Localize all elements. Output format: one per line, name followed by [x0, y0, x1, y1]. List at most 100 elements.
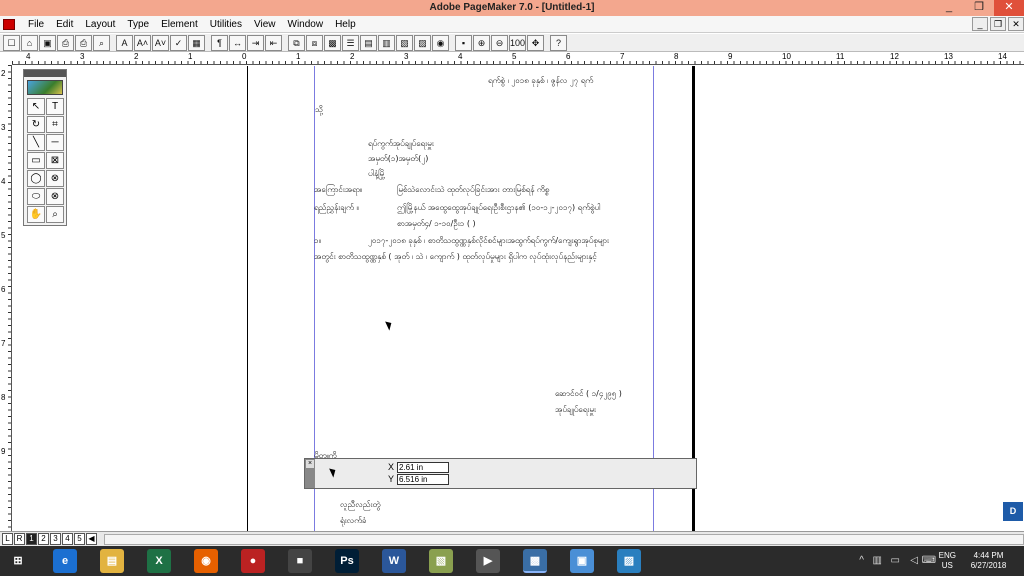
- toolbar-button-8[interactable]: A˄: [134, 35, 151, 51]
- horizontal-scrollbar[interactable]: [104, 533, 1024, 545]
- pointer-tool-icon[interactable]: ↖: [27, 98, 45, 115]
- toolbar-button-24[interactable]: ◉: [432, 35, 449, 51]
- word-icon[interactable]: W: [382, 549, 406, 573]
- control-palette-close-icon[interactable]: ×: [306, 460, 314, 468]
- date-line[interactable]: ရက်စွဲ ၊ ၂၀၁၈ ခုနှစ် ၊ ဇွန်လ ၂၇ ရက်: [488, 75, 593, 87]
- menu-help[interactable]: Help: [329, 18, 362, 31]
- menu-type[interactable]: Type: [121, 18, 155, 31]
- toolbar-button-30[interactable]: ?: [550, 35, 567, 51]
- toolbar-button-17[interactable]: ⧈: [306, 35, 323, 51]
- toolbar-button-19[interactable]: ☰: [342, 35, 359, 51]
- body-line-1[interactable]: ၂၀၁၇-၂၀၁၈ ခုနှစ် ၊ စာတိသထွဏ္ဏနှစ်လိုင်စင…: [368, 235, 609, 247]
- reference-label[interactable]: ရည်ညွှန်းချက် ။: [314, 202, 359, 214]
- close-button[interactable]: ✕: [994, 0, 1024, 16]
- paragraph-number[interactable]: ၁။: [314, 235, 321, 247]
- toolbar-button-29[interactable]: ✥: [527, 35, 544, 51]
- toolbar-button-12[interactable]: ¶: [211, 35, 228, 51]
- toolbar-button-18[interactable]: ▩: [324, 35, 341, 51]
- ellipse-tool-icon[interactable]: ◯: [27, 170, 45, 187]
- toolbar-button-4[interactable]: ⎙: [57, 35, 74, 51]
- body-line-2[interactable]: အတွင်း စာတိသထွဏ္ဏနှစ် ( အုတ် ၊ သဲ ၊ ကျော…: [314, 251, 597, 263]
- toolbar-button-6[interactable]: ⌕: [93, 35, 110, 51]
- recipient-line-3[interactable]: ပါနံ့မြို့: [368, 168, 385, 180]
- excel-icon[interactable]: X: [147, 549, 171, 573]
- input-language[interactable]: ENG US: [939, 551, 956, 571]
- doc-close-button[interactable]: ✕: [1008, 17, 1024, 31]
- to-line[interactable]: သို့: [315, 104, 323, 116]
- page-tab[interactable]: 2: [38, 533, 49, 545]
- menu-file[interactable]: File: [22, 18, 50, 31]
- subject-text[interactable]: မြစ်သဲလောင်းသဲ ထုတ်လုပ်ခြင်းအား တားမြစ်ရ…: [397, 184, 549, 196]
- camera-icon[interactable]: ■: [288, 549, 312, 573]
- crop-tool-icon[interactable]: ⌗: [46, 116, 64, 133]
- toolbar-button-22[interactable]: ▧: [396, 35, 413, 51]
- network-icon[interactable]: ▥: [873, 555, 882, 566]
- doc-minimize-button[interactable]: _: [972, 17, 988, 31]
- menu-edit[interactable]: Edit: [50, 18, 79, 31]
- internet-explorer-icon[interactable]: e: [53, 549, 77, 573]
- toolbar-button-2[interactable]: ⌂: [21, 35, 38, 51]
- ellipse-frame-tool-icon[interactable]: ⊗: [46, 170, 64, 187]
- windows-start-icon[interactable]: ⊞: [6, 549, 30, 573]
- y-position-input[interactable]: [397, 474, 449, 485]
- rotate-tool-icon[interactable]: ↻: [27, 116, 45, 133]
- line-tool-icon[interactable]: ╲: [27, 134, 45, 151]
- signature-name[interactable]: ဆောင်ဝင် ( ၁/၄၂၉၅ ): [555, 388, 622, 400]
- subject-label[interactable]: အကြောင်းအရာ။: [314, 184, 362, 196]
- cc-line-2[interactable]: ရုံးလက်ခံ: [340, 515, 366, 527]
- toolbar-button-20[interactable]: ▤: [360, 35, 377, 51]
- minimize-button[interactable]: _: [934, 0, 964, 16]
- app-icon[interactable]: [3, 19, 15, 30]
- signature-title[interactable]: အုပ်ချုပ်ရေးမှူး: [555, 404, 596, 416]
- rectangle-frame-tool-icon[interactable]: ⊠: [46, 152, 64, 169]
- pagemaker-icon[interactable]: ▩: [523, 549, 547, 573]
- text-tool-icon[interactable]: T: [46, 98, 64, 115]
- toolbar-button-11[interactable]: ▦: [188, 35, 205, 51]
- page-tab[interactable]: R: [14, 533, 25, 545]
- notes-icon[interactable]: ▧: [429, 549, 453, 573]
- toolbar-button-14[interactable]: ⇥: [247, 35, 264, 51]
- pointer-icon[interactable]: [329, 466, 338, 478]
- toolbar-button-26[interactable]: ⊕: [473, 35, 490, 51]
- toolbar-button-5[interactable]: ⎙: [75, 35, 92, 51]
- doc-restore-button[interactable]: ❒: [990, 17, 1006, 31]
- toolbar-button-10[interactable]: ✓: [170, 35, 187, 51]
- menu-utilities[interactable]: Utilities: [204, 18, 248, 31]
- toolbar-button-7[interactable]: A: [116, 35, 133, 51]
- video-icon[interactable]: ▶: [476, 549, 500, 573]
- cc-line-1[interactable]: လူညီလည်းတွဲ: [340, 499, 380, 511]
- polygon-tool-icon[interactable]: ⬭: [27, 188, 45, 205]
- keyboard-icon[interactable]: ⌨: [922, 555, 936, 566]
- toolbar-button-28[interactable]: 100: [509, 35, 526, 51]
- zoom-tool-icon[interactable]: ⌕: [46, 206, 64, 223]
- hand-tool-icon[interactable]: ✋: [27, 206, 45, 223]
- photos-icon[interactable]: ▨: [617, 549, 641, 573]
- constrained-line-tool-icon[interactable]: ─: [46, 134, 64, 151]
- rectangle-tool-icon[interactable]: ▭: [27, 152, 45, 169]
- firefox-icon[interactable]: ◉: [194, 549, 218, 573]
- page-tab[interactable]: ◀: [86, 533, 97, 545]
- maximize-button[interactable]: ❒: [964, 0, 994, 16]
- control-palette[interactable]: × X Y: [304, 458, 697, 489]
- toolbox-title-bar[interactable]: [24, 70, 66, 77]
- toolbar-button-3[interactable]: ▣: [39, 35, 56, 51]
- toolbar-button-23[interactable]: ▨: [414, 35, 431, 51]
- page-tab[interactable]: 4: [62, 533, 73, 545]
- page-tab[interactable]: L: [2, 533, 13, 545]
- clock[interactable]: 4:44 PM 6/27/2018: [961, 551, 1016, 571]
- toolbox-palette[interactable]: ↖ T ↻ ⌗ ╲ ─ ▭ ⊠ ◯ ⊗ ⬭ ⊗ ✋ ⌕: [23, 69, 67, 226]
- page-tab[interactable]: 3: [50, 533, 61, 545]
- toolbar-button-13[interactable]: ↔: [229, 35, 246, 51]
- menu-element[interactable]: Element: [155, 18, 204, 31]
- page-tab[interactable]: 1: [26, 533, 37, 545]
- photoshop-icon[interactable]: Ps: [335, 549, 359, 573]
- x-position-input[interactable]: [397, 462, 449, 473]
- toolbar-button-21[interactable]: ▥: [378, 35, 395, 51]
- page-tab[interactable]: 5: [74, 533, 85, 545]
- control-palette-handle[interactable]: ×: [305, 459, 315, 488]
- horizontal-ruler[interactable]: 4 3 2 1 0 1 2 3 4 5 6 7 8 9 10 11 12 13 14: [12, 52, 1024, 65]
- toolbar-button-27[interactable]: ⊖: [491, 35, 508, 51]
- battery-icon[interactable]: ▭: [891, 555, 900, 566]
- toolbar-button-16[interactable]: ⧉: [288, 35, 305, 51]
- recipient-line-2[interactable]: အမှတ်(၁)အမှတ်(၂): [368, 153, 428, 165]
